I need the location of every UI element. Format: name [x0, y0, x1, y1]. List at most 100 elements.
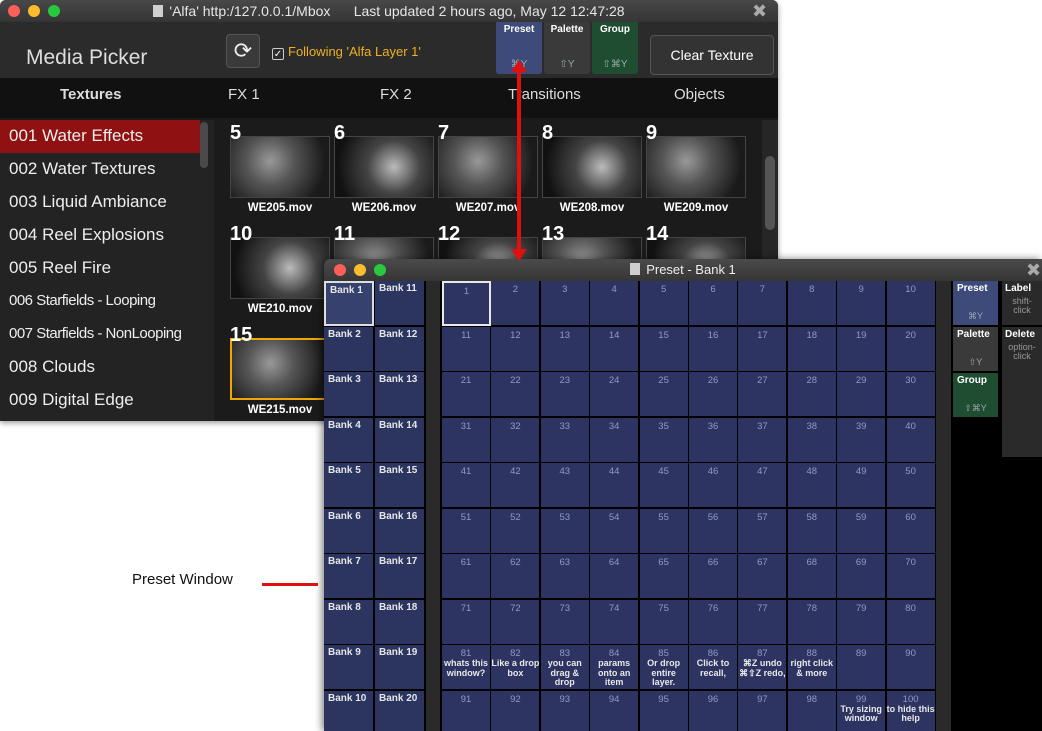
preset-slot[interactable]: 87 ⌘Z undo ⌘⇧Z redo, [738, 645, 788, 690]
preset-slot[interactable]: 31 [442, 417, 491, 463]
folder-item[interactable]: 004 Reel Explosions [0, 219, 200, 252]
bank-button[interactable]: Bank 1 [324, 281, 374, 326]
preset-slot[interactable]: 5 [639, 281, 689, 326]
preset-slot[interactable]: 67 [738, 554, 788, 599]
preset-slot[interactable]: 60 [886, 508, 936, 554]
preset-slot[interactable]: 9 [837, 281, 887, 326]
preset-slot[interactable]: 94 [590, 690, 640, 731]
preset-slot[interactable]: 97 [738, 690, 788, 731]
bank-button[interactable]: Bank 7 [324, 554, 374, 599]
bank-button[interactable]: Bank 5 [324, 463, 374, 508]
preset-slot[interactable]: 8 [787, 281, 837, 326]
preset-slot[interactable]: 93 [540, 690, 590, 731]
minimize-window-button[interactable] [28, 5, 40, 17]
bank-button[interactable]: Bank 19 [375, 645, 425, 690]
media-thumbnail[interactable]: 9 WE209.mov [644, 122, 748, 216]
preset-slot[interactable]: 10 [886, 281, 936, 326]
preset-slot[interactable]: 61 [442, 554, 491, 599]
bank-button[interactable]: Bank 8 [324, 599, 374, 645]
preset-slot[interactable]: 13 [540, 326, 590, 372]
preset-slot[interactable]: 41 [442, 463, 491, 508]
preset-slot[interactable]: 47 [738, 463, 788, 508]
preset-slot[interactable]: 69 [837, 554, 887, 599]
preset-slot[interactable]: 22 [491, 372, 541, 417]
preset-slot[interactable]: 4 [590, 281, 640, 326]
preset-slot[interactable]: 16 [689, 326, 738, 372]
scrollbar-thumb[interactable] [765, 156, 775, 230]
folder-item[interactable]: 002 Water Textures [0, 153, 200, 186]
preset-slot[interactable]: 7 [738, 281, 788, 326]
pin-icon[interactable]: ✖ [1026, 259, 1041, 281]
preset-slot[interactable]: 25 [639, 372, 689, 417]
preset-slot[interactable]: 53 [540, 508, 590, 554]
preset-slot[interactable]: 14 [590, 326, 640, 372]
preset-slot[interactable]: 38 [787, 417, 837, 463]
preset-slot[interactable]: 6 [689, 281, 738, 326]
preset-slot[interactable]: 92 [491, 690, 541, 731]
folder-item[interactable]: 006 Starfields - Looping [0, 285, 200, 318]
preset-slot[interactable]: 83 you can drag & drop [540, 645, 590, 690]
bank-button[interactable]: Bank 11 [375, 281, 425, 326]
preset-slot[interactable]: 64 [590, 554, 640, 599]
bank-button[interactable]: Bank 10 [324, 690, 374, 731]
preset-slot[interactable]: 89 [837, 645, 887, 690]
preset-slot[interactable]: 77 [738, 599, 788, 645]
preset-slot[interactable]: 32 [491, 417, 541, 463]
preset-slot[interactable]: 39 [837, 417, 887, 463]
refresh-button[interactable]: ⟳ [226, 34, 260, 68]
close-window-button[interactable] [8, 5, 20, 17]
preset-slot[interactable]: 75 [639, 599, 689, 645]
clear-texture-button[interactable]: Clear Texture [650, 35, 774, 75]
preset-slot[interactable]: 80 [886, 599, 936, 645]
folder-item[interactable]: 005 Reel Fire [0, 252, 200, 285]
preset-slot[interactable]: 17 [738, 326, 788, 372]
preset-slot[interactable]: 28 [787, 372, 837, 417]
media-thumbnail[interactable]: 15 WE215.mov [228, 324, 332, 418]
media-thumbnail[interactable]: 5 WE205.mov [228, 122, 332, 216]
preset-slot[interactable]: 37 [738, 417, 788, 463]
preset-slot[interactable]: 26 [689, 372, 738, 417]
preset-slot[interactable]: 99 Try sizing window [837, 690, 887, 731]
preset-slot[interactable]: 57 [738, 508, 788, 554]
preset-slot[interactable]: 68 [787, 554, 837, 599]
bank-button[interactable]: Bank 12 [375, 326, 425, 372]
preset-slot[interactable]: 24 [590, 372, 640, 417]
preset-slot[interactable]: 76 [689, 599, 738, 645]
preset-slot[interactable]: 33 [540, 417, 590, 463]
preset-slot[interactable]: 35 [639, 417, 689, 463]
preset-slot[interactable]: 23 [540, 372, 590, 417]
bank-button[interactable]: Bank 9 [324, 645, 374, 690]
preset-slot[interactable]: 1 [442, 281, 491, 326]
pin-icon[interactable]: ✖ [752, 0, 767, 22]
preset-slot[interactable]: 2 [491, 281, 541, 326]
bank-button[interactable]: Bank 6 [324, 508, 374, 554]
bank-button[interactable]: Bank 14 [375, 417, 425, 463]
preset-slot[interactable]: 27 [738, 372, 788, 417]
preset-slot[interactable]: 51 [442, 508, 491, 554]
preset-slot[interactable]: 74 [590, 599, 640, 645]
preset-slot[interactable]: 66 [689, 554, 738, 599]
preset-slot[interactable]: 82 Like a drop box [491, 645, 541, 690]
mode-button-2[interactable]: Palette ⇧Y [544, 22, 590, 74]
folder-list-scrollbar[interactable] [200, 122, 208, 168]
bank-button[interactable]: Bank 15 [375, 463, 425, 508]
folder-item[interactable]: 009 Digital Edge [0, 384, 200, 417]
window-mode-button-3[interactable]: Group ⇧⌘Y [953, 373, 998, 417]
preset-grid-scrollbar[interactable] [936, 281, 951, 731]
media-thumbnail[interactable]: 8 WE208.mov [540, 122, 644, 216]
minimize-window-button[interactable] [354, 264, 366, 276]
bank-button[interactable]: Bank 3 [324, 372, 374, 417]
preset-slot[interactable]: 62 [491, 554, 541, 599]
bank-button[interactable]: Bank 18 [375, 599, 425, 645]
preset-slot[interactable]: 52 [491, 508, 541, 554]
preset-slot[interactable]: 30 [886, 372, 936, 417]
zoom-window-button[interactable] [374, 264, 386, 276]
preset-slot[interactable]: 50 [886, 463, 936, 508]
preset-slot[interactable]: 44 [590, 463, 640, 508]
preset-slot[interactable]: 40 [886, 417, 936, 463]
window-mode-button-2[interactable]: Palette ⇧Y [953, 327, 998, 371]
preset-slot[interactable]: 91 [442, 690, 491, 731]
bank-button[interactable]: Bank 13 [375, 372, 425, 417]
folder-item[interactable]: 007 Starfields - NonLooping [0, 318, 200, 351]
media-picker-titlebar[interactable]: 'Alfa' http:/127.0.0.1/Mbox Last updated… [0, 0, 778, 22]
